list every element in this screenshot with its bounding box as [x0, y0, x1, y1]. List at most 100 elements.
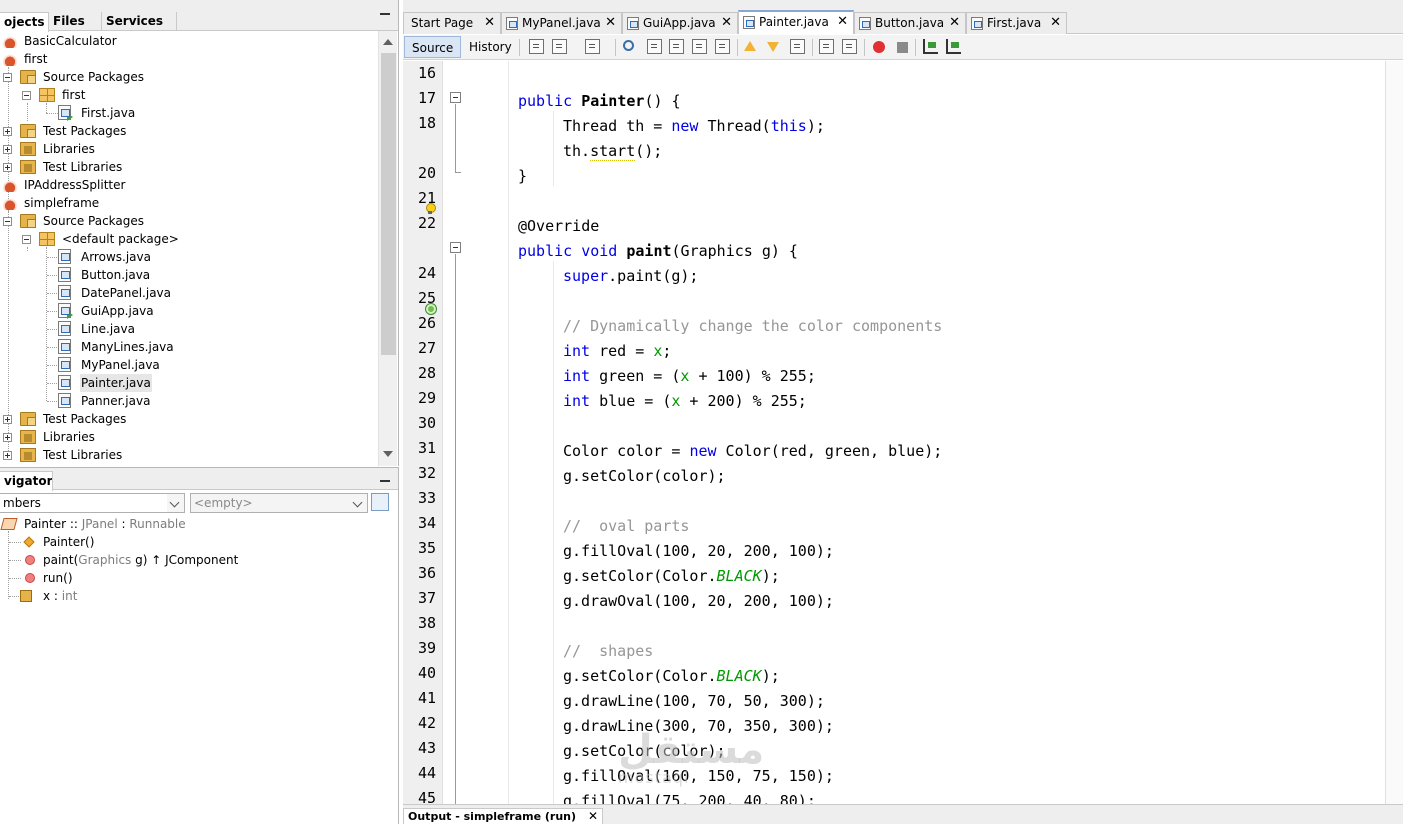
java-file-icon — [58, 357, 71, 372]
projects-scrollbar[interactable] — [378, 31, 397, 466]
fold-collapse-icon[interactable] — [450, 92, 461, 103]
tab-navigator[interactable]: vigator✕ — [0, 471, 53, 491]
tab-button-java[interactable]: Button.java ✕ — [854, 12, 966, 34]
tree-item-libraries[interactable]: Libraries — [0, 428, 200, 446]
expand-icon[interactable] — [3, 433, 12, 442]
find-next-icon[interactable] — [669, 39, 684, 54]
tree-item-source-packages[interactable]: Source Packages — [0, 68, 200, 86]
minimize-icon[interactable] — [380, 13, 390, 15]
start-macro-recording-icon[interactable] — [873, 41, 885, 53]
test-packages-icon — [20, 124, 36, 138]
code-area[interactable]: public Painter() { Thread th = new Threa… — [473, 61, 1385, 804]
tab-services[interactable]: Services — [102, 12, 177, 31]
tree-item-libraries[interactable]: Libraries — [0, 140, 200, 158]
code-token: public void — [518, 242, 627, 260]
back-icon[interactable] — [552, 39, 567, 54]
code-token: red = — [590, 342, 654, 360]
collapse-icon[interactable] — [22, 91, 31, 100]
close-icon[interactable]: ✕ — [837, 12, 848, 32]
tree-item-test-libraries[interactable]: Test Libraries — [0, 158, 200, 176]
close-icon[interactable]: ✕ — [605, 13, 616, 33]
close-icon[interactable]: ✕ — [588, 809, 598, 823]
tree-item-source-packages[interactable]: Source Packages — [0, 212, 200, 230]
tree-item-manylines-java[interactable]: ManyLines.java — [0, 338, 200, 356]
close-icon[interactable]: ✕ — [1050, 13, 1061, 33]
tree-item-guiapp-java[interactable]: GuiApp.java — [0, 302, 200, 320]
collapse-icon[interactable] — [22, 235, 31, 244]
stop-macro-recording-icon[interactable] — [897, 42, 908, 53]
tree-item-default-package[interactable]: <default package> — [0, 230, 200, 248]
code-line-37: g.drawOval(100, 20, 200, 100); — [563, 592, 834, 610]
tree-item-test-packages[interactable]: Test Packages — [0, 122, 200, 140]
tree-item-test-packages[interactable]: Test Packages — [0, 410, 200, 428]
tree-item-mypanel-java[interactable]: MyPanel.java — [0, 356, 200, 374]
find-icon[interactable] — [623, 40, 634, 51]
close-icon[interactable]: ✕ — [721, 13, 732, 33]
tree-item-button-java[interactable]: Button.java — [0, 266, 200, 284]
collapse-icon[interactable] — [3, 73, 12, 82]
scroll-up-icon[interactable] — [383, 39, 393, 45]
last-edit-icon[interactable] — [529, 39, 544, 54]
tree-item-datepanel-java[interactable]: DatePanel.java — [0, 284, 200, 302]
tab-mypanel-java[interactable]: MyPanel.java ✕ — [501, 12, 622, 34]
expand-icon[interactable] — [3, 163, 12, 172]
members-filter-select[interactable]: mbers — [0, 493, 185, 513]
scroll-down-icon[interactable] — [383, 451, 393, 457]
line-number: 34 — [417, 514, 436, 532]
tab-projects[interactable]: ojects✕ — [0, 12, 49, 32]
source-packages-icon — [20, 70, 36, 84]
tab-files[interactable]: Files — [49, 12, 102, 31]
code-line-27: int red = x; — [563, 339, 671, 364]
toggle-highlight-icon[interactable] — [692, 39, 707, 54]
tab-start-page[interactable]: Start Page ✕ — [403, 12, 501, 34]
code-token: public — [518, 92, 582, 110]
hint-lightbulb-icon[interactable] — [425, 203, 436, 215]
source-tab-button[interactable]: Source — [404, 36, 462, 58]
toggle-rect-select-icon[interactable] — [715, 39, 730, 54]
project-icon — [2, 178, 18, 192]
tab-painter-java[interactable]: Painter.java ✕ — [738, 10, 854, 34]
comment-icon[interactable] — [923, 39, 938, 54]
scroll-thumb[interactable] — [381, 53, 396, 355]
tree-item-package-first[interactable]: first — [0, 86, 200, 104]
fold-collapse-icon[interactable] — [450, 242, 461, 253]
close-icon[interactable]: ✕ — [484, 13, 495, 33]
history-tab-button[interactable]: History — [462, 36, 519, 58]
previous-bookmark-icon[interactable] — [744, 41, 756, 51]
shift-left-icon[interactable] — [819, 39, 834, 54]
code-token: th. — [563, 142, 591, 160]
minimize-icon[interactable] — [380, 480, 390, 482]
forward-icon[interactable] — [585, 39, 600, 54]
class-interface: Runnable — [129, 517, 186, 531]
tree-item-label: MyPanel.java — [81, 358, 160, 372]
line-number: 22 — [417, 214, 436, 232]
override-marker-icon[interactable] — [426, 304, 436, 314]
collapse-icon[interactable] — [3, 217, 12, 226]
code-token: green = ( — [590, 367, 681, 385]
uncomment-icon[interactable] — [946, 39, 961, 54]
chevron-down-icon[interactable] — [167, 494, 184, 512]
shift-right-icon[interactable] — [842, 39, 857, 54]
tree-item-test-libraries[interactable]: Test Libraries — [0, 446, 200, 464]
tab-output[interactable]: Output - simpleframe (run) ✕ — [403, 808, 604, 824]
next-bookmark-icon[interactable] — [767, 42, 779, 52]
tab-guiapp-java[interactable]: GuiApp.java ✕ — [622, 12, 738, 34]
expand-icon[interactable] — [3, 127, 12, 136]
tree-item-first-java[interactable]: First.java — [0, 104, 200, 122]
expand-icon[interactable] — [3, 451, 12, 460]
expand-icon[interactable] — [3, 415, 12, 424]
java-file-icon — [58, 321, 71, 336]
tree-item-painter-java[interactable]: Painter.java — [0, 374, 200, 392]
close-icon[interactable]: ✕ — [949, 13, 960, 33]
navigator-options-button[interactable] — [371, 493, 389, 511]
toggle-bookmark-icon[interactable] — [790, 39, 805, 54]
tab-first-java[interactable]: First.java ✕ — [966, 12, 1067, 34]
error-stripe[interactable] — [1385, 61, 1403, 804]
java-file-icon — [743, 16, 755, 29]
expand-icon[interactable] — [3, 145, 12, 154]
tree-item-panner-java[interactable]: Panner.java — [0, 392, 200, 410]
code-token: this — [770, 117, 807, 135]
tree-item-line-java[interactable]: Line.java — [0, 320, 200, 338]
tree-item-arrows-java[interactable]: Arrows.java — [0, 248, 200, 266]
find-previous-icon[interactable] — [647, 39, 662, 54]
